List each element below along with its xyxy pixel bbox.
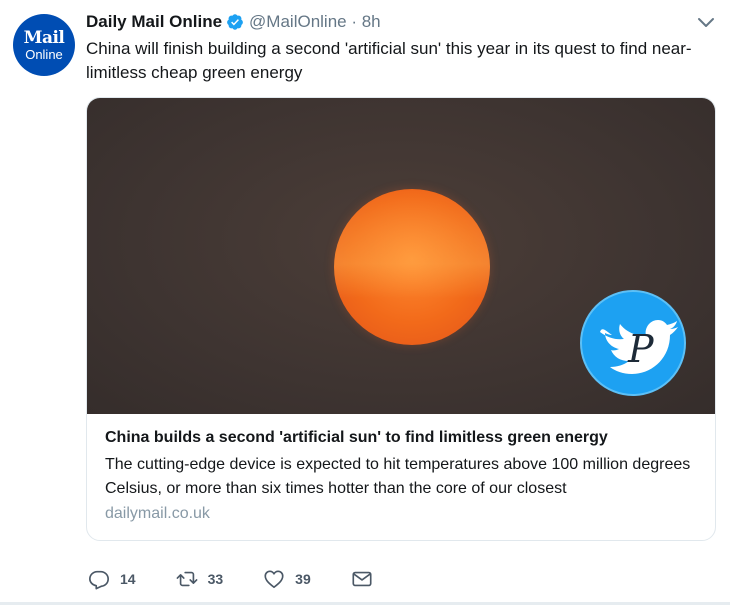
link-card[interactable]: P China builds a second 'artificial sun'… [86, 97, 716, 541]
card-title[interactable]: China builds a second 'artificial sun' t… [105, 427, 697, 449]
card-description: The cutting-edge device is expected to h… [105, 456, 691, 497]
card-image[interactable]: P [87, 98, 715, 414]
reply-icon [89, 570, 109, 590]
like-button[interactable]: 39 [263, 568, 311, 590]
avatar-logo-line1: Mail [23, 27, 65, 48]
watermark-p-bird-icon: P [580, 290, 686, 396]
account-handle-time[interactable]: @MailOnline · 8h [249, 12, 381, 32]
verified-badge-icon [227, 14, 243, 30]
like-icon [264, 570, 284, 589]
card-domain: dailymail.co.uk [105, 505, 210, 522]
retweet-count: 33 [207, 571, 224, 587]
chevron-down-icon[interactable] [696, 12, 716, 32]
sun-image [334, 189, 490, 345]
tweet-text: China will finish building a second 'art… [86, 39, 692, 82]
reply-count: 14 [120, 571, 136, 587]
like-count: 39 [295, 571, 311, 587]
card-body: China builds a second 'artificial sun' t… [87, 414, 715, 525]
tweet-header: Daily Mail Online @MailOnline · 8h [86, 10, 381, 34]
account-name[interactable]: Daily Mail Online [86, 12, 222, 32]
avatar[interactable]: Mail Online [13, 14, 75, 76]
retweet-icon [176, 571, 198, 587]
direct-message-icon [352, 571, 372, 587]
retweet-button[interactable]: 33 [176, 568, 224, 590]
direct-message-button[interactable] [351, 568, 373, 590]
avatar-logo-line2: Online [25, 46, 63, 62]
tweet: Mail Online Daily Mail Online @MailOnlin… [0, 0, 730, 605]
svg-text:P: P [627, 327, 655, 371]
tweet-actions: 14 33 39 [88, 566, 413, 592]
reply-button[interactable]: 14 [88, 568, 136, 590]
